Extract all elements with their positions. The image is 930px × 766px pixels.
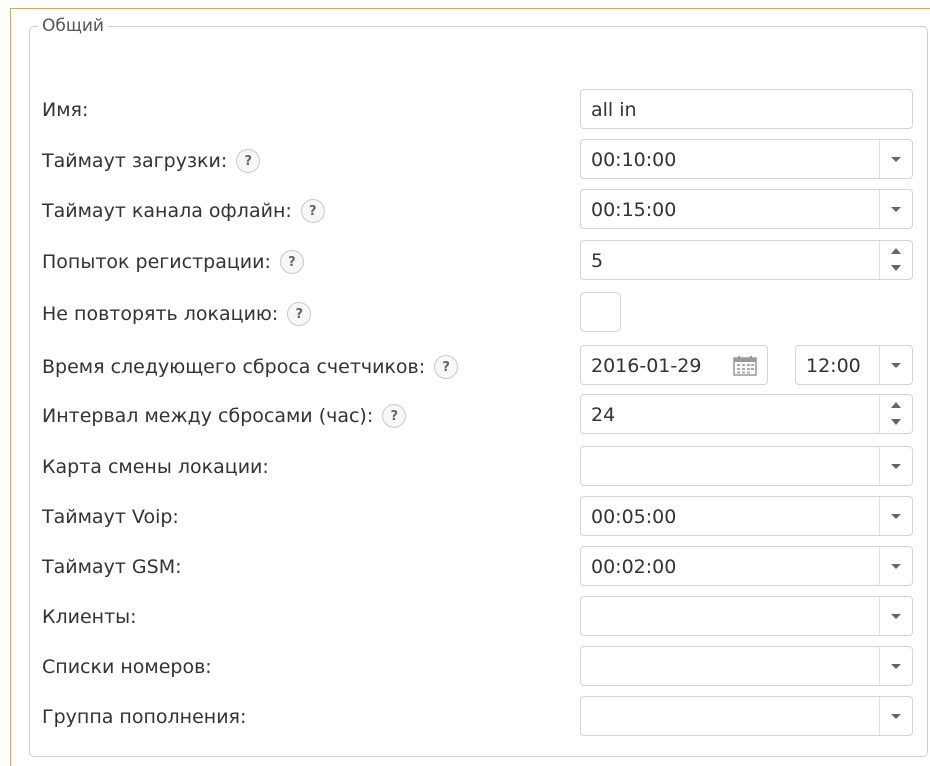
- help-icon[interactable]: ?: [287, 302, 312, 326]
- chevron-down-icon[interactable]: [879, 447, 912, 485]
- clients-label: Клиенты:: [42, 606, 137, 628]
- next-counter-reset-label-text: Время следующего сброса счетчиков:: [42, 356, 426, 378]
- chevron-down-icon[interactable]: [879, 697, 912, 735]
- number-lists-label-text: Списки номеров:: [42, 656, 212, 678]
- gsm-timeout-label-text: Таймаут GSM:: [42, 556, 182, 578]
- row-voip-timeout: Таймаут Voip: 00:05:00: [30, 496, 927, 536]
- chevron-down-icon[interactable]: [879, 647, 912, 685]
- help-icon[interactable]: ?: [236, 149, 261, 173]
- voip-timeout-select[interactable]: 00:05:00: [580, 496, 913, 536]
- name-label-text: Имя:: [42, 99, 89, 121]
- chevron-down-icon[interactable]: [879, 346, 912, 384]
- name-label: Имя:: [42, 99, 88, 121]
- calendar-icon[interactable]: [733, 356, 757, 376]
- chevron-down-icon[interactable]: [879, 497, 912, 535]
- clients-select[interactable]: [580, 596, 913, 636]
- name-input[interactable]: all in: [580, 89, 913, 129]
- gsm-timeout-label: Таймаут GSM:: [42, 556, 182, 578]
- number-lists-label: Списки номеров:: [42, 656, 212, 678]
- channel-offline-timeout-label: Таймаут канала офлайн: ?: [42, 199, 325, 223]
- name-input-value: all in: [591, 99, 637, 121]
- number-lists-select[interactable]: [580, 646, 913, 686]
- no-repeat-location-checkbox[interactable]: [580, 292, 621, 332]
- reset-interval-label: Интервал между сбросами (час): ?: [42, 404, 407, 428]
- no-repeat-location-label: Не повторять локацию: ?: [42, 302, 312, 326]
- help-icon[interactable]: ?: [300, 199, 325, 223]
- next-reset-date-value: 2016-01-29: [591, 355, 702, 377]
- next-reset-time-value: 12:00: [806, 355, 861, 377]
- chevron-down-icon[interactable]: [879, 140, 912, 178]
- row-clients: Клиенты:: [30, 596, 927, 636]
- next-counter-reset-label: Время следующего сброса счетчиков: ?: [42, 355, 459, 379]
- load-timeout-value: 00:10:00: [591, 149, 677, 171]
- channel-offline-timeout-value: 00:15:00: [591, 199, 677, 221]
- location-change-map-label: Карта смены локации:: [42, 456, 269, 478]
- row-next-counter-reset: Время следующего сброса счетчиков: ? 201…: [30, 345, 927, 385]
- next-reset-time-select[interactable]: 12:00: [795, 345, 913, 385]
- registration-attempts-label-text: Попыток регистрации:: [42, 251, 271, 273]
- row-load-timeout: Таймаут загрузки: ? 00:10:00: [30, 139, 927, 179]
- no-repeat-location-label-text: Не повторять локацию:: [42, 303, 279, 325]
- gsm-timeout-select[interactable]: 00:02:00: [580, 546, 913, 586]
- voip-timeout-value: 00:05:00: [591, 506, 677, 528]
- row-no-repeat-location: Не повторять локацию: ?: [30, 292, 927, 332]
- spinner-up-icon[interactable]: [879, 395, 912, 414]
- voip-timeout-label-text: Таймаут Voip:: [42, 506, 179, 528]
- row-channel-offline-timeout: Таймаут канала офлайн: ? 00:15:00: [30, 189, 927, 229]
- fieldset-legend: Общий: [42, 16, 104, 36]
- registration-attempts-label: Попыток регистрации: ?: [42, 250, 304, 274]
- top-up-group-label: Группа пополнения:: [42, 706, 246, 728]
- channel-offline-timeout-select[interactable]: 00:15:00: [580, 189, 913, 229]
- help-icon[interactable]: ?: [279, 250, 304, 274]
- help-icon[interactable]: ?: [382, 404, 407, 428]
- registration-attempts-spinner[interactable]: 5: [580, 240, 913, 280]
- load-timeout-select[interactable]: 00:10:00: [580, 139, 913, 179]
- spinner-down-icon[interactable]: [879, 414, 912, 433]
- voip-timeout-label: Таймаут Voip:: [42, 506, 179, 528]
- clients-label-text: Клиенты:: [42, 606, 137, 628]
- next-reset-date-input[interactable]: 2016-01-29: [580, 345, 768, 385]
- registration-attempts-value: 5: [591, 250, 604, 272]
- chevron-down-icon[interactable]: [879, 597, 912, 635]
- chevron-down-icon[interactable]: [879, 190, 912, 228]
- load-timeout-label-text: Таймаут загрузки:: [42, 150, 228, 172]
- row-name: Имя: all in: [30, 89, 927, 129]
- location-change-map-label-text: Карта смены локации:: [42, 456, 269, 478]
- general-fieldset: Общий Имя: all in Таймаут загрузки: ? 00…: [29, 16, 928, 757]
- reset-interval-spinner[interactable]: 24: [580, 394, 913, 434]
- reset-interval-value: 24: [591, 404, 616, 426]
- top-up-group-select[interactable]: [580, 696, 913, 736]
- row-gsm-timeout: Таймаут GSM: 00:02:00: [30, 546, 927, 586]
- row-reset-interval: Интервал между сбросами (час): ? 24: [30, 394, 927, 434]
- row-top-up-group: Группа пополнения:: [30, 696, 927, 736]
- chevron-down-icon[interactable]: [879, 547, 912, 585]
- spinner-down-icon[interactable]: [879, 260, 912, 279]
- load-timeout-label: Таймаут загрузки: ?: [42, 149, 261, 173]
- gsm-timeout-value: 00:02:00: [591, 556, 677, 578]
- top-up-group-label-text: Группа пополнения:: [42, 706, 247, 728]
- location-change-map-select[interactable]: [580, 446, 913, 486]
- help-icon[interactable]: ?: [434, 355, 459, 379]
- spinner-up-icon[interactable]: [879, 241, 912, 260]
- reset-interval-label-text: Интервал между сбросами (час):: [42, 405, 374, 427]
- row-number-lists: Списки номеров:: [30, 646, 927, 686]
- row-registration-attempts: Попыток регистрации: ? 5: [30, 240, 927, 280]
- channel-offline-timeout-label-text: Таймаут канала офлайн:: [42, 200, 292, 222]
- row-location-change-map: Карта смены локации:: [30, 446, 927, 486]
